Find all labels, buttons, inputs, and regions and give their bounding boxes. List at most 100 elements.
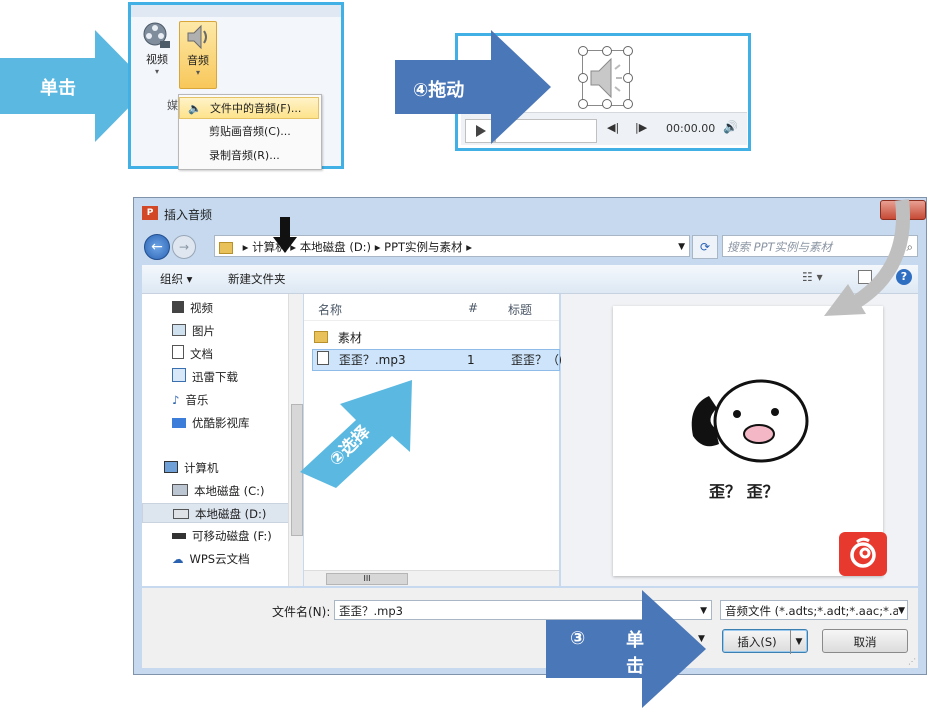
ribbon-media-panel: 视频 ▾ 音频 ▾ 媒 🔈 文件中的音频(F)... 剪贴画音频(C)... 录…	[128, 2, 344, 170]
nav-item-video[interactable]: 视频	[172, 298, 213, 318]
nav-label: 计算机	[184, 461, 219, 475]
nav-label: 文档	[190, 347, 213, 361]
menu-item-audio-from-file[interactable]: 🔈 文件中的音频(F)...	[179, 97, 319, 119]
removable-drive-icon	[172, 533, 186, 539]
filename-value: 歪歪？.mp3	[339, 604, 403, 618]
breadcrumb-sep: ▸	[242, 240, 253, 254]
nav-item-drive-c[interactable]: 本地磁盘 (C:)	[172, 481, 265, 501]
nav-item-computer[interactable]: 计算机	[164, 458, 219, 478]
nav-label: 本地磁盘 (C:)	[194, 484, 265, 498]
powerpoint-icon: P	[142, 206, 158, 220]
dialog-footer: 文件名(N): 歪歪？.mp3 ▼ 音频文件 (*.adts;*.adt;*.a…	[142, 588, 918, 668]
file-type-dropdown-icon[interactable]: ▼	[898, 601, 905, 619]
ribbon-group-label: 媒	[167, 99, 178, 112]
album-art: 歪？ 歪？	[613, 306, 887, 576]
menu-item-record-audio[interactable]: 录制音频(R)...	[179, 145, 319, 167]
resize-grip-icon[interactable]: ⋰	[908, 657, 916, 666]
breadcrumb-item[interactable]: PPT实例与素材	[384, 240, 462, 254]
player-time: 00:00.00	[666, 122, 716, 135]
forward-arrow-icon: →	[178, 240, 190, 254]
video-button[interactable]: 视频 ▾	[139, 21, 175, 81]
nav-label: 迅雷下载	[192, 370, 238, 384]
video-label: 视频	[146, 53, 168, 66]
menu-item-clipart-audio[interactable]: 剪贴画音频(C)...	[179, 121, 319, 143]
dialog-title: 插入音频	[164, 208, 213, 222]
nav-label: 优酷影视库	[192, 416, 250, 430]
insert-audio-dialog: P 插入音频 ✕ ← → ▸ 计算机 ▸ 本地磁盘 (D:) ▸ PPT实例与素…	[133, 197, 927, 675]
forward-button[interactable]: →	[172, 235, 196, 259]
netease-music-icon	[850, 537, 876, 568]
netease-music-logo	[839, 532, 887, 576]
column-number[interactable]: #	[468, 301, 478, 315]
nav-label: 本地磁盘 (D:)	[195, 507, 267, 521]
file-title: 歪歪？（(	[511, 353, 564, 367]
back-arrow-icon: ←	[151, 239, 163, 255]
video-icon	[143, 22, 170, 48]
nav-item-documents[interactable]: 文档	[172, 344, 213, 364]
dialog-title-bar: P 插入音频 ✕	[134, 198, 926, 228]
curved-drag-arrow	[812, 198, 912, 322]
nav-item-music[interactable]: ♪ 音乐	[172, 390, 208, 410]
refresh-button[interactable]: ⟳	[692, 235, 718, 259]
file-list-header: 名称 # 标题	[304, 294, 559, 321]
nav-item-video-library[interactable]: 优酷影视库	[172, 413, 250, 433]
column-title[interactable]: 标题	[508, 301, 532, 318]
picture-icon	[172, 324, 186, 336]
menu-item-label: 录制音频(R)...	[209, 149, 280, 162]
folder-icon	[219, 241, 233, 254]
file-type-select[interactable]: 音频文件 (*.adts;*.adt;*.aac;*.a ▼	[720, 600, 908, 620]
audio-label: 音频	[187, 54, 209, 67]
folder-icon	[314, 331, 328, 343]
pointer-arrow	[273, 217, 297, 253]
nav-item-pictures[interactable]: 图片	[172, 321, 215, 341]
organize-button[interactable]: 组织 ▾	[160, 271, 192, 287]
filename-label: 文件名(N):	[272, 605, 331, 619]
column-name[interactable]: 名称	[318, 301, 342, 318]
speaker-small-icon: 🔈	[188, 102, 202, 115]
file-number: 1	[467, 353, 475, 367]
back-button[interactable]: ←	[144, 234, 170, 260]
preview-caption: 歪？ 歪？	[709, 482, 779, 501]
insert-split-dropdown-icon[interactable]: ▼	[790, 630, 807, 654]
file-name: 素材	[337, 331, 362, 345]
cancel-button-label: 取消	[853, 635, 877, 649]
nav-label: 图片	[192, 324, 215, 338]
audio-object[interactable]	[578, 46, 633, 109]
computer-icon	[164, 461, 178, 473]
select-callout-arrow: ②选择	[300, 360, 425, 510]
new-folder-button[interactable]: 新建文件夹	[228, 271, 286, 287]
scroll-grip: III	[363, 574, 371, 583]
breadcrumb-sep: ▸	[374, 240, 385, 254]
horizontal-scrollbar[interactable]: III	[304, 570, 559, 586]
audio-button[interactable]: 音频 ▾	[179, 21, 217, 89]
insert-button-label: 插入(S)	[737, 635, 777, 649]
navigation-pane: 视频 图片 文档 迅雷下载 ♪ 音乐 优酷影视库 计算机 本地磁盘 (C:) 本地…	[142, 294, 303, 586]
nav-label: 音乐	[185, 393, 209, 407]
nav-item-drive-d[interactable]: 本地磁盘 (D:)	[142, 503, 292, 523]
dialog-toolbar: 组织 ▾ 新建文件夹 ☷ ▾ ?	[142, 265, 918, 294]
click-callout-label: 单击	[40, 78, 76, 99]
download-icon	[172, 368, 186, 382]
preview-pane: 歪？ 歪？	[561, 294, 918, 586]
nav-item-wps-cloud[interactable]: ☁ WPS云文档	[172, 549, 250, 569]
nav-label: WPS云文档	[189, 552, 250, 566]
volume-icon[interactable]: 🔊	[723, 120, 738, 134]
meme-face-image	[691, 379, 809, 463]
insert-callout-number: ③	[570, 628, 586, 649]
refresh-icon: ⟳	[699, 240, 711, 254]
speaker-icon	[187, 24, 207, 50]
nav-label: 视频	[190, 301, 213, 315]
insert-callout-label: 单击	[626, 630, 644, 677]
step-back-icon[interactable]: ◀|	[607, 121, 619, 134]
cancel-button[interactable]: 取消	[822, 629, 908, 653]
address-dropdown-icon[interactable]: ▼	[678, 236, 685, 256]
video-library-icon	[172, 418, 186, 428]
insert-button[interactable]: 插入(S) ▼	[722, 629, 808, 654]
breadcrumb-item[interactable]: 本地磁盘 (D:)	[300, 240, 371, 254]
menu-item-label: 剪贴画音频(C)...	[209, 125, 291, 138]
nav-item-downloads[interactable]: 迅雷下载	[172, 367, 238, 387]
step-forward-icon[interactable]: |▶	[635, 121, 647, 134]
nav-item-drive-f[interactable]: 可移动磁盘 (F:)	[172, 526, 272, 546]
list-item[interactable]: 素材	[314, 328, 554, 348]
nav-label: 可移动磁盘 (F:)	[192, 529, 272, 543]
